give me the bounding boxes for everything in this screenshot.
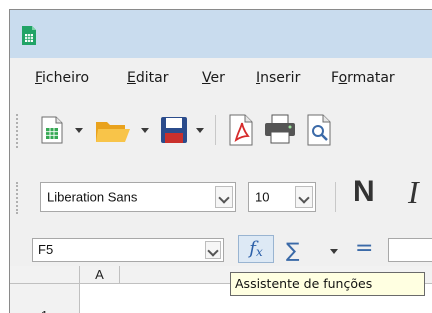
font-size-value: 10 xyxy=(255,189,270,205)
select-all-corner[interactable] xyxy=(10,266,80,284)
toolbar-grip[interactable] xyxy=(16,114,20,148)
export-pdf-icon[interactable] xyxy=(228,114,254,146)
font-name-value: Liberation Sans xyxy=(47,189,138,205)
font-name-combo[interactable]: Liberation Sans xyxy=(40,182,236,212)
font-size-combo[interactable]: 10 xyxy=(248,182,316,212)
menu-ficheiro[interactable]: Ficheiro xyxy=(35,70,89,86)
menu-inserir-label: nserir xyxy=(260,70,301,86)
bold-button[interactable]: N xyxy=(353,175,375,209)
menu-formatar-mnemonic: o xyxy=(338,70,348,86)
menu-ver[interactable]: Ver xyxy=(202,70,225,86)
function-wizard-tooltip: Assistente de funções xyxy=(230,272,425,296)
formatting-toolbar: Liberation Sans 10 N I xyxy=(10,162,432,232)
menu-editar-label: ditar xyxy=(135,70,169,86)
toolbar-separator xyxy=(215,115,216,145)
column-header-a[interactable]: A xyxy=(80,266,120,284)
chevron-down-icon[interactable] xyxy=(215,186,233,208)
new-document-icon[interactable] xyxy=(40,116,64,144)
menu-ver-label: er xyxy=(210,70,225,86)
app-window: Ficheiro Editar Ver Inserir Formatar Lib… xyxy=(9,9,432,313)
formula-bar: F5 fx ∑ = xyxy=(10,232,432,266)
row-header-1[interactable]: 1 xyxy=(10,284,80,313)
function-wizard-icon-sub: x xyxy=(255,245,263,259)
menu-bar: Ficheiro Editar Ver Inserir Formatar xyxy=(10,58,432,98)
title-bar xyxy=(10,10,432,58)
toolbar-grip[interactable] xyxy=(16,182,20,214)
menu-inserir[interactable]: Inserir xyxy=(256,70,300,86)
menu-formatar-label: rmatar xyxy=(347,70,395,86)
toolbar-separator xyxy=(335,182,336,212)
chevron-down-icon[interactable] xyxy=(295,186,313,208)
sum-button[interactable]: ∑ xyxy=(286,238,299,262)
chevron-down-icon[interactable] xyxy=(205,241,221,259)
menu-editar-mnemonic: E xyxy=(127,70,136,86)
name-box[interactable]: F5 xyxy=(32,238,224,262)
open-folder-icon[interactable] xyxy=(95,118,131,144)
save-dropdown-arrow[interactable] xyxy=(196,128,204,133)
standard-toolbar xyxy=(10,98,432,162)
menu-formatar[interactable]: Formatar xyxy=(331,70,395,86)
italic-button[interactable]: I xyxy=(408,174,419,211)
menu-editar[interactable]: Editar xyxy=(127,70,168,86)
menu-ficheiro-label: icheiro xyxy=(42,70,90,86)
print-icon[interactable] xyxy=(264,114,296,144)
print-preview-icon[interactable] xyxy=(306,114,332,146)
menu-formatar-lead: F xyxy=(331,70,339,86)
cell-reference: F5 xyxy=(38,242,54,257)
calc-spreadsheet-icon xyxy=(22,26,36,45)
formula-button[interactable]: = xyxy=(355,236,373,261)
save-icon[interactable] xyxy=(160,116,188,144)
new-document-dropdown-arrow[interactable] xyxy=(75,128,83,133)
menu-ver-mnemonic: V xyxy=(202,70,211,86)
formula-input[interactable] xyxy=(388,238,432,262)
function-wizard-button[interactable]: fx xyxy=(238,235,274,263)
sum-dropdown-arrow[interactable] xyxy=(330,249,338,254)
open-folder-dropdown-arrow[interactable] xyxy=(141,128,149,133)
function-wizard-icon: f xyxy=(249,238,256,259)
menu-ficheiro-mnemonic: F xyxy=(35,70,43,86)
